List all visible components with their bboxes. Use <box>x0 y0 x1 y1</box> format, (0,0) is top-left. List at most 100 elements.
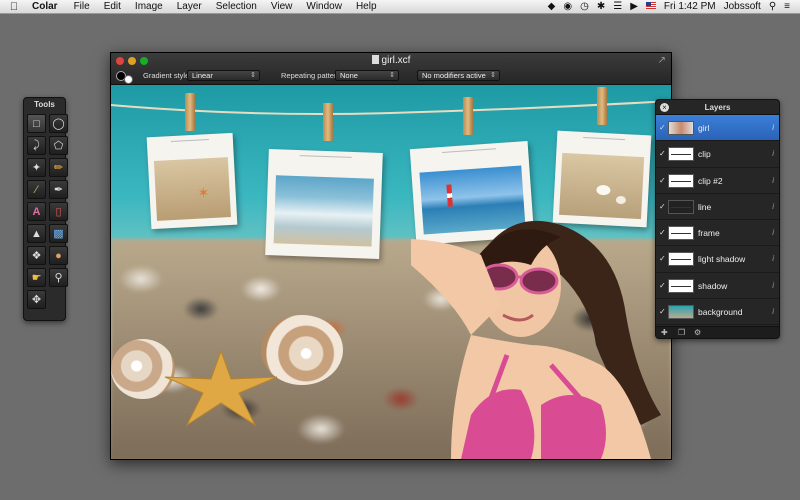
ellipse-select-icon[interactable]: ◯ <box>49 114 68 133</box>
layer-row-line[interactable]: ✓ line i <box>656 194 779 221</box>
info-icon[interactable]: i <box>772 228 774 237</box>
person-icon[interactable]: ● <box>49 246 68 265</box>
move-icon[interactable]: ✥ <box>27 290 46 309</box>
starfish-shape <box>164 349 278 427</box>
layer-row-girl[interactable]: ✓ girl i <box>656 115 779 142</box>
tools-panel: Tools □ ◯ ⤸ ⬠ ✦ ✏ ∕ ✒ A ▯ ▲ ▩ ❖ ● ☛ ⚲ ✥ <box>23 97 68 321</box>
settings-icon[interactable]: ⚙ <box>694 328 701 337</box>
bluetooth-icon[interactable]: ✱ <box>593 0 609 14</box>
layer-row-background[interactable]: ✓ background i <box>656 299 779 326</box>
wifi-icon[interactable]: ☰ <box>609 0 626 14</box>
visibility-checkbox[interactable]: ✓ <box>659 281 666 290</box>
gradient-icon[interactable]: ▩ <box>49 224 68 243</box>
menu-file[interactable]: File <box>67 0 97 14</box>
dropbox-icon[interactable]: ◆ <box>544 0 560 14</box>
photo-frame-starfish: ✶ <box>146 132 238 230</box>
time-machine-icon[interactable]: ◷ <box>576 0 593 14</box>
apple-icon[interactable]:  <box>0 1 28 13</box>
paint-bucket-icon[interactable]: ▲ <box>27 224 46 243</box>
layer-thumbnail <box>668 121 694 135</box>
menu-app-name[interactable]: Colar <box>28 0 67 14</box>
visibility-checkbox[interactable]: ✓ <box>659 307 666 316</box>
user-name[interactable]: Jobssoft <box>720 0 765 14</box>
rope-line <box>111 100 671 115</box>
repeating-pattern-label: Repeating pattern: <box>281 71 343 80</box>
menu-selection[interactable]: Selection <box>209 0 264 14</box>
layer-name: line <box>698 201 712 212</box>
visibility-checkbox[interactable]: ✓ <box>659 202 666 211</box>
layers-footer: ✚ ❐ ⚙ <box>656 326 779 338</box>
rect-select-icon[interactable]: □ <box>27 114 46 133</box>
clothespin-3 <box>463 97 473 135</box>
flag-icon[interactable] <box>642 0 660 14</box>
clock-text[interactable]: Fri 1:42 PM <box>660 0 720 14</box>
layer-name: shadow <box>698 280 728 291</box>
gradient-style-label: Gradient style: <box>143 71 192 80</box>
image-canvas[interactable]: ✶ <box>111 85 671 459</box>
info-icon[interactable]: i <box>772 149 774 158</box>
visibility-checkbox[interactable]: ✓ <box>659 123 666 132</box>
visibility-checkbox[interactable]: ✓ <box>659 228 666 237</box>
menu-help[interactable]: Help <box>349 0 384 14</box>
layer-name: light shadow <box>698 254 746 265</box>
duplicate-layer-icon[interactable]: ❐ <box>678 328 685 337</box>
info-icon[interactable]: i <box>772 176 774 185</box>
menu-layer[interactable]: Layer <box>170 0 209 14</box>
info-icon[interactable]: i <box>772 254 774 263</box>
list-icon[interactable]: ≡ <box>780 0 794 14</box>
layer-row-clip-2[interactable]: ✓ clip #2 i <box>656 168 779 194</box>
file-icon <box>371 55 379 64</box>
smudge-icon[interactable]: ☛ <box>27 268 46 287</box>
info-icon[interactable]: i <box>772 202 774 211</box>
photo-frame-shells <box>552 130 652 228</box>
lasso-icon[interactable]: ⤸ <box>27 136 46 155</box>
brush-icon[interactable]: ∕ <box>27 180 46 199</box>
zoom-icon[interactable]: ⚲ <box>49 268 68 287</box>
polygon-lasso-icon[interactable]: ⬠ <box>49 136 68 155</box>
info-icon[interactable]: i <box>772 281 774 290</box>
clothespin-1 <box>185 93 195 131</box>
layers-header: × Layers <box>656 100 779 115</box>
menu-bar:  Colar File Edit Image Layer Selection … <box>0 0 800 14</box>
clone-stamp-icon[interactable]: ❖ <box>27 246 46 265</box>
search-icon[interactable]: ⚲ <box>765 0 780 14</box>
info-icon[interactable]: i <box>772 123 774 132</box>
layer-name: frame <box>698 228 720 239</box>
layer-thumbnail <box>668 147 694 162</box>
visibility-checkbox[interactable]: ✓ <box>659 254 666 263</box>
menu-edit[interactable]: Edit <box>97 0 128 14</box>
menu-window[interactable]: Window <box>299 0 349 14</box>
text-icon[interactable]: A <box>27 202 46 221</box>
evernote-icon[interactable]: ◉ <box>559 0 576 14</box>
layer-name: clip #2 <box>698 175 723 186</box>
layer-thumbnail <box>668 252 694 267</box>
layer-row-shadow[interactable]: ✓ shadow i <box>656 273 779 300</box>
document-title: girl.xcf <box>381 55 411 66</box>
layer-row-light-shadow[interactable]: ✓ light shadow i <box>656 246 779 273</box>
visibility-checkbox[interactable]: ✓ <box>659 149 666 158</box>
pencil-icon[interactable]: ✏ <box>49 158 68 177</box>
layer-thumbnail <box>668 199 694 214</box>
visibility-checkbox[interactable]: ✓ <box>659 176 666 185</box>
clothespin-2 <box>323 103 333 141</box>
menu-image[interactable]: Image <box>128 0 170 14</box>
background-color-swatch[interactable] <box>124 75 133 84</box>
add-layer-icon[interactable]: ✚ <box>661 328 668 337</box>
fullscreen-icon[interactable]: ↗ <box>658 55 666 66</box>
magic-wand-icon[interactable]: ✦ <box>27 158 46 177</box>
repeating-pattern-select[interactable]: None <box>335 70 399 81</box>
volume-icon[interactable]: ▶ <box>626 0 642 14</box>
document-window: girl.xcf ↗ Gradient style: Linear Repeat… <box>110 52 672 460</box>
layers-panel: × Layers ✓ girl i ✓ clip i ✓ clip #2 i ✓… <box>655 99 780 339</box>
eraser-icon[interactable]: ▯ <box>49 202 68 221</box>
photo-frame-wave <box>265 149 383 259</box>
info-icon[interactable]: i <box>772 307 774 316</box>
eyedropper-icon[interactable]: ✒ <box>49 180 68 199</box>
clothespin-4 <box>597 87 607 125</box>
modifiers-select[interactable]: No modifiers active <box>417 70 500 81</box>
layer-row-clip[interactable]: ✓ clip i <box>656 141 779 168</box>
menu-view[interactable]: View <box>264 0 300 14</box>
document-titlebar: girl.xcf ↗ Gradient style: Linear Repeat… <box>111 53 671 85</box>
layer-row-frame[interactable]: ✓ frame i <box>656 220 779 247</box>
gradient-style-select[interactable]: Linear <box>187 70 260 81</box>
